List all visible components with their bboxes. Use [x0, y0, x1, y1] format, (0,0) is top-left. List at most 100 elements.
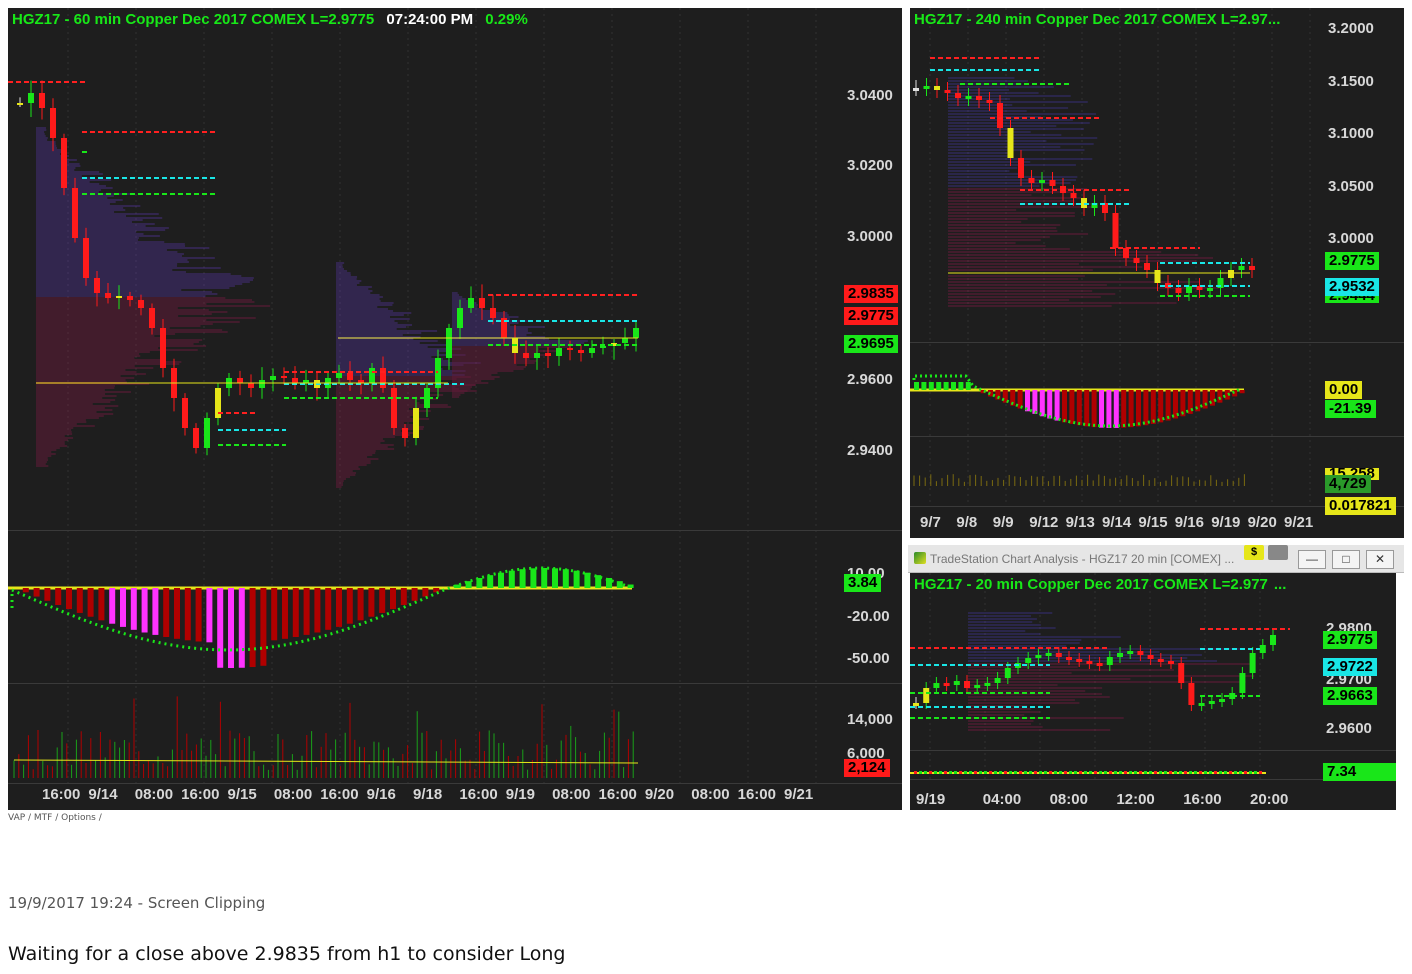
- minimize-button[interactable]: —: [1298, 550, 1326, 569]
- time-axis-label: 16:00: [181, 786, 220, 803]
- time-axis-label: 9/15: [1138, 514, 1168, 531]
- candle-body: [976, 96, 982, 100]
- panel-separator: [910, 436, 1404, 437]
- candle-body: [923, 86, 930, 89]
- candle-body: [1039, 180, 1045, 183]
- histogram-bar: [921, 382, 927, 390]
- time-axis-label: 9/8: [956, 514, 978, 531]
- candle-body: [534, 353, 540, 358]
- chart-tabs[interactable]: VAP / MTF / Options /: [8, 813, 102, 823]
- chart-20min[interactable]: HGZ17 - 20 min Copper Dec 2017 COMEX L=2…: [910, 573, 1396, 810]
- oscillator-dot: [1214, 771, 1217, 774]
- oscillator-dot: [939, 771, 942, 774]
- candle-body: [61, 138, 67, 188]
- candle-body: [1208, 701, 1215, 704]
- candle-body: [1096, 663, 1103, 666]
- oscillator-dot: [1029, 771, 1032, 774]
- histogram-bar: [174, 588, 180, 639]
- price-tag: 2.9532: [1325, 278, 1379, 296]
- oscillator-dot: [1089, 771, 1092, 774]
- candle-body: [1249, 266, 1255, 270]
- window-titlebar[interactable]: TradeStation Chart Analysis - HGZ17 20 m…: [908, 545, 1404, 573]
- time-axis-label: 9/14: [88, 786, 118, 803]
- last-price-tag: 2.9695: [844, 335, 898, 353]
- candle-body: [479, 298, 485, 308]
- histogram-bar: [936, 382, 942, 390]
- histogram-bar: [292, 588, 299, 638]
- oscillator-dot: [1039, 771, 1042, 774]
- candle-body: [292, 378, 298, 383]
- dollar-button[interactable]: $: [1244, 545, 1264, 560]
- chart-title-suffix: ...: [1273, 576, 1287, 593]
- histogram-bar: [1076, 390, 1082, 426]
- candle-body: [347, 373, 353, 380]
- candle-body: [567, 348, 573, 350]
- candle-body: [105, 293, 111, 298]
- osc-label: -50.00: [847, 650, 890, 667]
- oscillator-dot: [1049, 771, 1052, 774]
- histogram-bar: [530, 568, 537, 588]
- candle-body: [28, 93, 34, 103]
- candle-body: [1219, 699, 1225, 702]
- panel-separator: [8, 783, 902, 784]
- time-axis-label: 08:00: [552, 786, 591, 803]
- histogram-bar: [368, 588, 375, 617]
- histogram-bar: [98, 588, 105, 621]
- window-title: TradeStation Chart Analysis - HGZ17 20 m…: [930, 552, 1235, 566]
- candle-body: [622, 338, 628, 343]
- time-axis-label: 9/16: [1174, 514, 1204, 531]
- oscillator-dot: [1159, 771, 1162, 774]
- candle-body: [1007, 128, 1014, 158]
- histogram-bar: [1091, 390, 1097, 428]
- candle-body: [953, 681, 960, 685]
- histogram-bar: [195, 588, 202, 642]
- histogram-bar: [66, 588, 72, 610]
- histogram-bar: [152, 588, 159, 635]
- layout-button[interactable]: [1268, 545, 1288, 560]
- time-axis-label: 08:00: [134, 786, 174, 803]
- oscillator-dot: [989, 771, 992, 774]
- oscillator-dot: [1129, 771, 1132, 774]
- oscillator-dot: [1104, 771, 1107, 774]
- candle-body: [1070, 193, 1077, 198]
- candle-body: [160, 328, 166, 368]
- candle-body: [974, 685, 981, 688]
- candle-body: [83, 238, 89, 278]
- histogram-bar: [184, 588, 191, 641]
- oscillator-dot: [979, 771, 982, 774]
- candle-body: [1076, 659, 1083, 662]
- histogram-bar: [562, 569, 569, 588]
- time-axis-label: 9/12: [1029, 514, 1059, 531]
- chart-240min[interactable]: HGZ17 - 240 min Copper Dec 2017 COMEX L=…: [910, 8, 1404, 538]
- oscillator-dot: [1179, 771, 1182, 774]
- histogram-bar: [325, 588, 332, 630]
- chart-change: 0.29%: [485, 11, 528, 28]
- histogram-bar: [87, 588, 94, 617]
- candle-body: [1198, 703, 1205, 706]
- price-label: 3.0000: [847, 228, 893, 245]
- histogram-bar: [519, 569, 526, 588]
- chart-60min[interactable]: HGZ17 - 60 min Copper Dec 2017 COMEX L=2…: [8, 8, 902, 810]
- histogram-bar: [508, 570, 515, 588]
- histogram-bar: [282, 588, 288, 639]
- candle-body: [1018, 158, 1024, 178]
- maximize-button[interactable]: □: [1332, 550, 1360, 569]
- histogram-bar: [487, 575, 494, 588]
- candle-body: [1117, 653, 1123, 657]
- histogram-bar: [965, 382, 971, 390]
- close-button[interactable]: ✕: [1366, 550, 1394, 569]
- oscillator-dot: [1084, 771, 1087, 774]
- histogram-bar: [422, 588, 429, 597]
- oscillator-dot: [964, 771, 967, 774]
- histogram-bar: [238, 588, 245, 668]
- price-label: 3.0500: [1328, 178, 1374, 195]
- candle-body: [1238, 266, 1245, 270]
- candle-body: [913, 88, 919, 91]
- histogram-bar: [541, 568, 548, 588]
- histogram-bar: [1217, 390, 1223, 403]
- oscillator-dot: [1059, 771, 1062, 774]
- candle-body: [248, 383, 254, 388]
- histogram-bar: [55, 588, 62, 605]
- candle-body: [1228, 270, 1234, 278]
- oscillator-dot: [959, 771, 962, 774]
